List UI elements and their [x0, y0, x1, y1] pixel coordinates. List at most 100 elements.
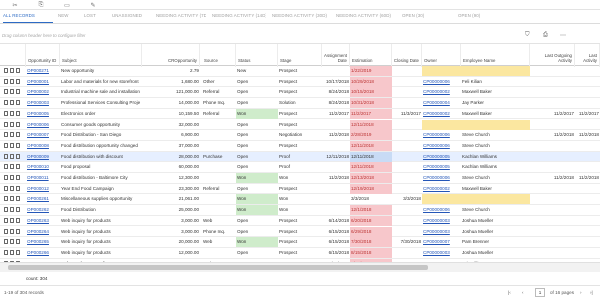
tab-3[interactable]: UNASSIGNED — [112, 13, 152, 23]
tab-8[interactable]: OPEN (30) — [402, 13, 452, 23]
cell-id[interactable]: OP000003 — [26, 98, 60, 108]
cell-owner[interactable]: CP00000005 — [422, 152, 461, 162]
attachment-icon[interactable] — [10, 89, 14, 95]
attachment-icon[interactable] — [10, 217, 14, 223]
cell-id[interactable]: OP000001 — [26, 77, 60, 87]
row-menu-icon[interactable] — [4, 89, 8, 95]
note-icon[interactable] — [16, 185, 20, 191]
cell-id[interactable]: OP000263 — [26, 216, 60, 226]
table-row[interactable]: OP000012 Year End Food Campaign 23,300.00 R… — [0, 183, 600, 195]
row-menu-icon[interactable] — [4, 153, 8, 159]
row-menu-icon[interactable] — [4, 100, 8, 106]
note-icon[interactable] — [16, 110, 20, 116]
prev-page-icon[interactable]: ‹ — [522, 290, 524, 295]
scrollbar-thumb[interactable] — [8, 265, 428, 270]
column-header-assign[interactable]: Assignment Date — [322, 44, 350, 67]
column-header-lastinc[interactable]: Last Activity — [575, 44, 600, 67]
attachment-icon[interactable] — [10, 110, 14, 116]
cell-owner[interactable]: CP00000005 — [422, 162, 461, 172]
attachment-icon[interactable] — [10, 142, 14, 148]
attachment-icon[interactable] — [10, 132, 14, 138]
row-menu-icon[interactable] — [4, 121, 8, 127]
column-header-stage[interactable]: Stage — [278, 44, 322, 67]
attachment-icon[interactable] — [10, 153, 14, 159]
table-row[interactable]: OP000001 Labor and materials for new stor… — [0, 76, 600, 88]
cell-owner[interactable]: CP00000002 — [422, 109, 461, 119]
attachment-icon[interactable] — [10, 164, 14, 170]
note-icon[interactable] — [16, 175, 20, 180]
column-header-est[interactable]: Estimation — [350, 44, 392, 67]
column-header-amount[interactable]: CROpportunity — [142, 44, 200, 67]
copy-icon[interactable]: ⎘ — [28, 1, 54, 9]
column-header-source[interactable]: Source — [202, 44, 236, 67]
table-row[interactable]: OP000271 New opportunity 2.79 New Prospect 1/… — [0, 66, 600, 77]
page-input[interactable]: 1 — [535, 288, 545, 297]
attachment-icon[interactable] — [10, 228, 14, 234]
cell-id[interactable]: OP000265 — [26, 237, 60, 247]
table-row[interactable]: OP000263 Web inquiry for products 3,000.00… — [0, 215, 600, 227]
table-row[interactable]: OP000003 Professional Services Consulting… — [0, 98, 600, 109]
note-icon[interactable] — [16, 121, 20, 127]
tab-5[interactable]: NEEDING ACTIVITY (14D) — [212, 13, 266, 23]
note-icon[interactable] — [16, 164, 20, 170]
tab-1[interactable]: NEW — [58, 13, 78, 23]
table-row[interactable]: OP000008 Food distribution opportunity ch… — [0, 140, 600, 152]
row-menu-icon[interactable] — [4, 196, 8, 202]
table-row[interactable]: OP000005 Electronics order 10,159.50 Referr… — [0, 108, 600, 120]
cell-owner[interactable] — [422, 194, 461, 205]
column-header-id[interactable]: Opportunity ID — [26, 44, 60, 67]
attachment-icon[interactable] — [10, 68, 14, 73]
edit-icon[interactable]: ✎ — [80, 1, 106, 9]
note-icon[interactable] — [16, 89, 20, 95]
column-header-owner[interactable]: Owner — [422, 44, 461, 67]
filter-icon[interactable]: ⛉ — [525, 32, 530, 39]
save-icon[interactable]: ▭ — [54, 1, 80, 9]
tab-2[interactable]: LOST — [84, 13, 108, 23]
note-icon[interactable] — [16, 249, 20, 255]
note-icon[interactable] — [16, 100, 20, 106]
table-row[interactable]: OP000010 Food proposal 60,000.00 Open Proof 1… — [0, 162, 600, 173]
cell-id[interactable]: OP000009 — [26, 152, 60, 162]
attachment-icon[interactable] — [10, 100, 14, 106]
attachment-icon[interactable] — [10, 196, 14, 202]
note-icon[interactable] — [16, 132, 20, 138]
more-icon[interactable]: ⋯ — [560, 32, 566, 39]
table-row[interactable]: OP000011 Food distribution - Baltimore Ci… — [0, 173, 600, 184]
row-menu-icon[interactable] — [4, 185, 8, 191]
cell-owner[interactable]: CP00000004 — [422, 98, 461, 108]
column-header-status[interactable]: Status — [236, 44, 278, 67]
cell-owner[interactable] — [422, 66, 461, 76]
cell-owner[interactable]: CP00000006 — [422, 77, 461, 87]
attachment-icon[interactable] — [10, 185, 14, 191]
cell-id[interactable]: OP000011 — [26, 173, 60, 183]
note-icon[interactable] — [16, 228, 20, 234]
note-icon[interactable] — [16, 239, 20, 245]
tab-6[interactable]: NEEDING ACTIVITY (30D) — [272, 13, 330, 23]
cell-id[interactable]: OP000005 — [26, 109, 60, 119]
row-menu-icon[interactable] — [4, 175, 8, 180]
cell-owner[interactable]: CP00000006 — [422, 130, 461, 140]
table-row[interactable]: OP000007 Food Distribution - San Diego 6,9… — [0, 130, 600, 141]
table-row[interactable]: OP000009 Food distribution with discount 2… — [0, 151, 600, 163]
tab-0[interactable]: ALL RECORDS — [3, 13, 53, 23]
cell-owner[interactable]: CP00000002 — [422, 184, 461, 194]
tab-9[interactable]: OPEN (90) — [458, 13, 508, 23]
cell-id[interactable]: OP000261 — [26, 194, 60, 204]
attachment-icon[interactable] — [10, 239, 14, 245]
cell-id[interactable]: OP000271 — [26, 66, 60, 76]
table-row[interactable]: OP000262 Food Distribution 25,000.00 Won Won… — [0, 205, 600, 216]
cell-id[interactable]: OP000006 — [26, 120, 60, 130]
attachment-icon[interactable] — [10, 78, 14, 84]
table-row[interactable]: OP000261 Miscellaneous supplies opportuni… — [0, 194, 600, 206]
row-menu-icon[interactable] — [4, 142, 8, 148]
cell-owner[interactable]: CP00000006 — [422, 173, 461, 183]
row-menu-icon[interactable] — [4, 110, 8, 116]
cell-id[interactable]: OP000264 — [26, 227, 60, 237]
attachment-icon[interactable] — [10, 207, 14, 213]
horizontal-scrollbar[interactable] — [0, 262, 600, 272]
note-icon[interactable] — [16, 196, 20, 202]
cell-id[interactable]: OP000007 — [26, 130, 60, 140]
table-row[interactable]: OP000264 Web inquiry for products 3,000.00… — [0, 226, 600, 238]
row-menu-icon[interactable] — [4, 78, 8, 84]
cell-id[interactable]: OP000002 — [26, 87, 60, 97]
